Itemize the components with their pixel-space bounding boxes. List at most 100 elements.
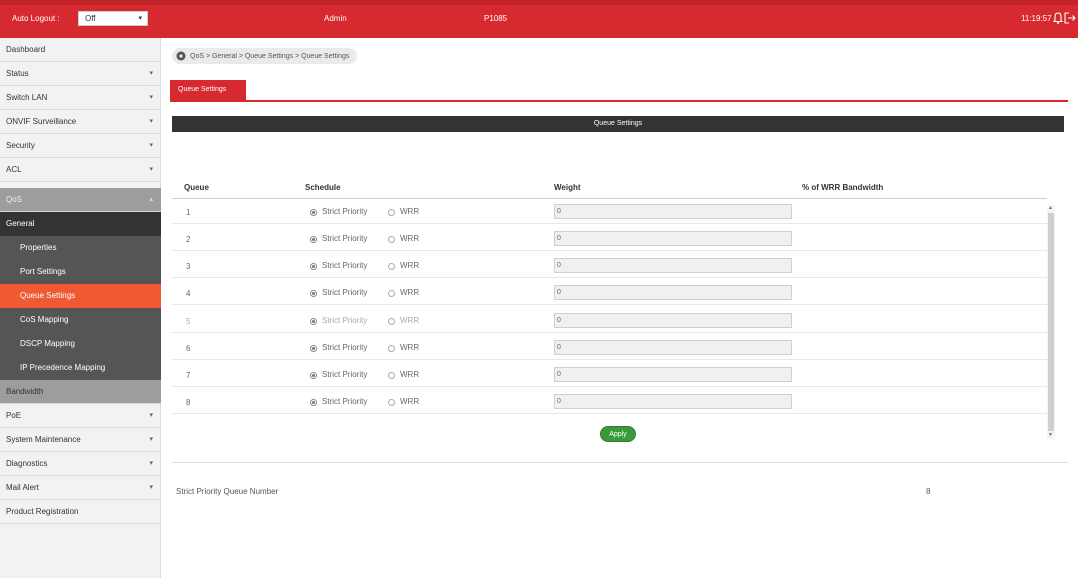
strict-priority-label: Strict Priority bbox=[322, 343, 368, 352]
wrr-radio[interactable] bbox=[388, 236, 395, 243]
strict-priority-radio[interactable] bbox=[310, 318, 317, 325]
queue-number: 3 bbox=[186, 262, 191, 271]
weight-input[interactable]: 0 bbox=[554, 258, 792, 273]
sidebar-item-onvif-surveillance[interactable]: ONVIF Surveillance ▾ bbox=[0, 110, 161, 134]
weight-input[interactable]: 0 bbox=[554, 367, 792, 382]
sidebar-item-acl[interactable]: ACL ▾ bbox=[0, 158, 161, 182]
wrr-radio[interactable] bbox=[388, 263, 395, 270]
strict-priority-radio[interactable] bbox=[310, 290, 317, 297]
scroll-up-icon[interactable]: ▲ bbox=[1048, 205, 1053, 211]
sidebar-item-properties[interactable]: Properties bbox=[0, 236, 161, 260]
strict-priority-radio[interactable] bbox=[310, 372, 317, 379]
strict-priority-queue-number-value: 8 bbox=[926, 487, 931, 496]
wrr-radio[interactable] bbox=[388, 209, 395, 216]
weight-input[interactable]: 0 bbox=[554, 204, 792, 219]
sidebar-item-status[interactable]: Status ▾ bbox=[0, 62, 161, 86]
table-row: 7 Strict Priority WRR 0 bbox=[172, 364, 1047, 387]
sidebar-item-label: System Maintenance bbox=[6, 435, 81, 444]
strict-priority-label: Strict Priority bbox=[322, 370, 368, 379]
wrr-label: WRR bbox=[400, 370, 420, 379]
qos-icon bbox=[176, 51, 186, 61]
chevron-down-icon: ▾ bbox=[149, 70, 153, 77]
wrr-label: WRR bbox=[400, 397, 420, 406]
auto-logout-label: Auto Logout : bbox=[12, 14, 60, 23]
sidebar-item-switch-lan[interactable]: Switch LAN ▾ bbox=[0, 86, 161, 110]
weight-input[interactable]: 0 bbox=[554, 285, 792, 300]
sidebar: Dashboard Status ▾ Switch LAN ▾ ONVIF Surv… bbox=[0, 38, 161, 578]
sidebar-item-label: Product Registration bbox=[6, 507, 79, 516]
sidebar-item-label: Security bbox=[6, 141, 35, 150]
sidebar-item-label: IP Precedence Mapping bbox=[20, 363, 106, 372]
strict-priority-label: Strict Priority bbox=[322, 397, 368, 406]
strict-priority-radio[interactable] bbox=[310, 263, 317, 270]
sidebar-item-cos-mapping[interactable]: CoS Mapping bbox=[0, 308, 161, 332]
sidebar-item-label: Switch LAN bbox=[6, 93, 48, 102]
scroll-down-icon[interactable]: ▼ bbox=[1048, 432, 1053, 438]
sidebar-item-qos[interactable]: QoS ▴ bbox=[0, 188, 161, 212]
sidebar-item-product-registration[interactable]: Product Registration bbox=[0, 500, 161, 524]
sidebar-item-security[interactable]: Security ▾ bbox=[0, 134, 161, 158]
strict-priority-radio[interactable] bbox=[310, 236, 317, 243]
sidebar-item-queue-settings[interactable]: Queue Settings bbox=[0, 284, 161, 308]
sidebar-item-label: ONVIF Surveillance bbox=[6, 117, 77, 126]
weight-input[interactable]: 0 bbox=[554, 394, 792, 409]
tab-queue-settings[interactable]: Queue Settings bbox=[170, 80, 246, 100]
device-model: P1085 bbox=[484, 14, 508, 23]
queue-number: 8 bbox=[186, 398, 191, 407]
weight-input[interactable]: 0 bbox=[554, 313, 792, 328]
strict-priority-label: Strict Priority bbox=[322, 261, 368, 270]
strict-priority-radio[interactable] bbox=[310, 209, 317, 216]
wrr-radio[interactable] bbox=[388, 290, 395, 297]
wrr-radio[interactable] bbox=[388, 372, 395, 379]
table-row: 6 Strict Priority WRR 0 bbox=[172, 337, 1047, 360]
sidebar-item-port-settings[interactable]: Port Settings bbox=[0, 260, 161, 284]
sidebar-item-label: Queue Settings bbox=[20, 291, 76, 300]
sidebar-item-label: CoS Mapping bbox=[20, 315, 69, 324]
sidebar-item-dscp-mapping[interactable]: DSCP Mapping bbox=[0, 332, 161, 356]
queue-number: 7 bbox=[186, 371, 191, 380]
sidebar-item-mail-alert[interactable]: Mail Alert ▾ bbox=[0, 476, 161, 500]
chevron-down-icon: ▾ bbox=[149, 166, 153, 173]
chevron-up-icon: ▴ bbox=[149, 196, 153, 203]
sidebar-item-label: Diagnostics bbox=[6, 459, 48, 468]
sidebar-item-label: QoS bbox=[6, 195, 23, 204]
scrollbar-thumb[interactable] bbox=[1048, 213, 1054, 431]
wrr-radio[interactable] bbox=[388, 399, 395, 406]
chevron-down-icon: ▾ bbox=[149, 484, 153, 491]
chevron-down-icon: ▾ bbox=[149, 436, 153, 443]
queue-number: 1 bbox=[186, 208, 191, 217]
strict-priority-radio[interactable] bbox=[310, 345, 317, 352]
sidebar-item-label: ACL bbox=[6, 165, 22, 174]
chevron-down-icon: ▾ bbox=[149, 118, 153, 125]
weight-input[interactable]: 0 bbox=[554, 231, 792, 246]
apply-button[interactable]: Apply bbox=[600, 426, 636, 442]
wrr-label: WRR bbox=[400, 288, 420, 297]
sidebar-item-label: General bbox=[6, 219, 35, 228]
logout-icon[interactable] bbox=[1063, 11, 1077, 25]
top-bar-shade bbox=[0, 0, 1078, 5]
column-header-queue: Queue bbox=[184, 183, 209, 192]
sidebar-item-bandwidth[interactable]: Bandwidth bbox=[0, 380, 161, 404]
wrr-label: WRR bbox=[400, 343, 420, 352]
wrr-radio[interactable] bbox=[388, 318, 395, 325]
sidebar-item-diagnostics[interactable]: Diagnostics ▾ bbox=[0, 452, 161, 476]
strict-priority-label: Strict Priority bbox=[322, 234, 368, 243]
sidebar-item-ip-precedence-mapping[interactable]: IP Precedence Mapping bbox=[0, 356, 161, 380]
sidebar-item-label: DSCP Mapping bbox=[20, 339, 75, 348]
weight-input[interactable]: 0 bbox=[554, 340, 792, 355]
chevron-down-icon: ▾ bbox=[138, 15, 142, 22]
wrr-radio[interactable] bbox=[388, 345, 395, 352]
strict-priority-radio[interactable] bbox=[310, 399, 317, 406]
table-row: 3 Strict Priority WRR 0 bbox=[172, 255, 1047, 278]
sidebar-item-general[interactable]: General bbox=[0, 212, 161, 236]
strict-priority-label: Strict Priority bbox=[322, 207, 368, 216]
sidebar-item-label: Status bbox=[6, 69, 29, 78]
breadcrumb: QoS > General > Queue Settings > Queue S… bbox=[172, 48, 358, 64]
sidebar-item-dashboard[interactable]: Dashboard bbox=[0, 38, 161, 62]
table-row: 4 Strict Priority WRR 0 bbox=[172, 282, 1047, 305]
auto-logout-select[interactable]: Off ▾ bbox=[78, 11, 148, 26]
header-divider bbox=[172, 198, 1047, 199]
tab-underline bbox=[170, 100, 1068, 102]
sidebar-item-poe[interactable]: PoE ▾ bbox=[0, 404, 161, 428]
sidebar-item-system-maintenance[interactable]: System Maintenance ▾ bbox=[0, 428, 161, 452]
